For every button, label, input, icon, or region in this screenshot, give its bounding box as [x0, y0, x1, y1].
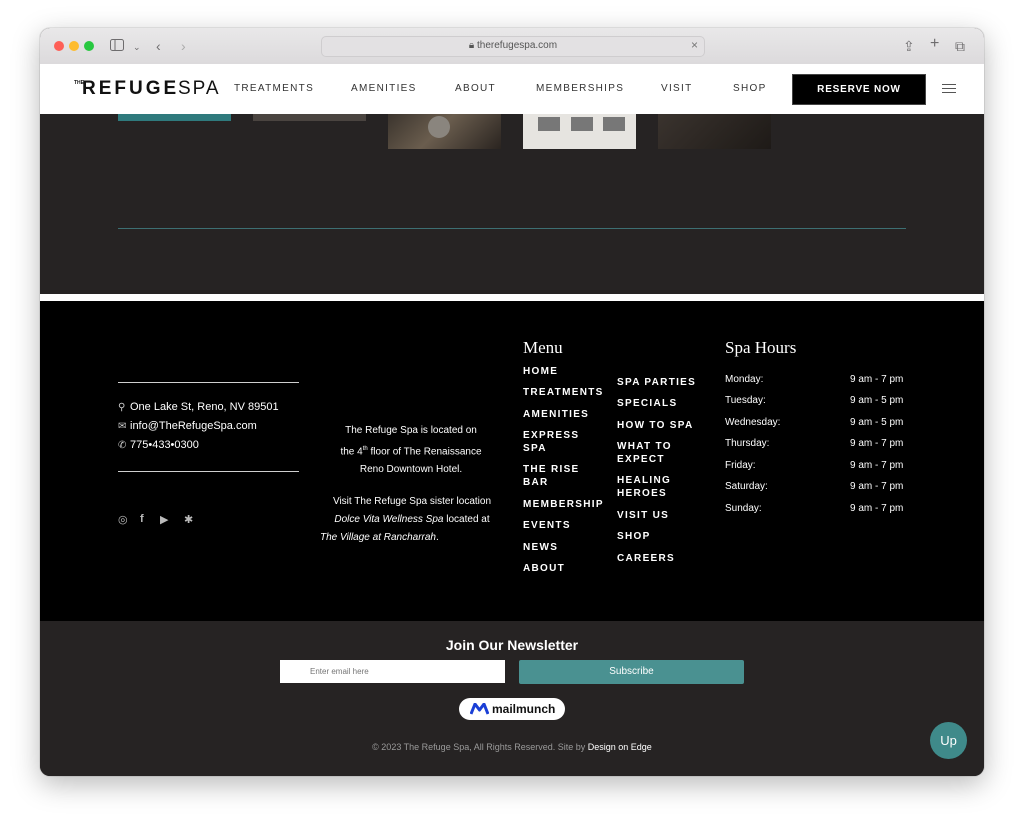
address-bar[interactable]: 🔒︎ therefugespa.com × [321, 36, 705, 57]
menu-link-home[interactable]: HOME [523, 365, 558, 378]
gallery-image[interactable] [658, 114, 771, 149]
hours-time: 9 am - 7 pm [850, 481, 904, 492]
gallery-section [40, 114, 984, 294]
nav-shop[interactable]: SHOP [733, 83, 767, 95]
zoom-window-button[interactable] [84, 41, 94, 51]
subscribe-button[interactable]: Subscribe [519, 660, 744, 684]
menu-heading: Menu [523, 338, 563, 357]
phone-icon: ✆ [118, 440, 127, 451]
minimize-window-button[interactable] [69, 41, 79, 51]
new-tab-icon[interactable]: + [930, 35, 939, 53]
url-text: therefugespa.com [477, 40, 558, 51]
menu-link-events[interactable]: EVENTS [523, 519, 571, 532]
logo-suffix-text: SPA [178, 78, 221, 99]
menu-link-treatments[interactable]: TREATMENTS [523, 386, 604, 399]
forward-icon[interactable]: › [181, 37, 186, 55]
hours-day: Friday: [725, 460, 756, 471]
browser-window: ⌄ ‹ › 🔒︎ therefugespa.com × ⇪ + ⧉ THE RE… [40, 28, 984, 776]
nav-memberships[interactable]: MEMBERSHIPS [536, 83, 624, 95]
hours-heading: Spa Hours [725, 338, 797, 357]
nav-about[interactable]: ABOUT [455, 83, 496, 95]
menu-link-what-to-expect[interactable]: WHAT TO EXPECT [617, 440, 672, 466]
credit-link[interactable]: Design on Edge [588, 742, 652, 752]
menu-link-amenities[interactable]: AMENITIES [523, 408, 589, 421]
logo-main-text: REFUGE [82, 78, 180, 99]
menu-link-how-to-spa[interactable]: HOW TO SPA [617, 419, 694, 432]
email-link[interactable]: ✉ info@TheRefugeSpa.com [118, 419, 257, 434]
hours-day: Tuesday: [725, 395, 766, 406]
close-window-button[interactable] [54, 41, 64, 51]
gallery-image[interactable] [523, 114, 636, 149]
menu-link-shop[interactable]: SHOP [617, 530, 651, 543]
hours-day: Saturday: [725, 481, 768, 492]
location-description: The Refuge Spa is located on the 4th flo… [340, 425, 482, 476]
logo-small-text: THE [74, 80, 84, 86]
hours-time: 9 am - 5 pm [850, 395, 904, 406]
site-footer: ⚲ One Lake St, Reno, NV 89501 ✉ info@TheRe… [40, 301, 984, 621]
hours-day: Wednesday: [725, 417, 781, 428]
envelope-icon: ✉ [118, 421, 127, 432]
newsletter-section: Join Our Newsletter Subscribe mailmunch … [40, 621, 984, 776]
gallery-image[interactable] [253, 114, 366, 121]
nav-treatments[interactable]: TREATMENTS [234, 83, 314, 95]
menu-link-visit-us[interactable]: VISIT US [617, 509, 669, 522]
newsletter-title: Join Our Newsletter [445, 637, 579, 653]
nav-visit[interactable]: VISIT [661, 83, 693, 95]
tab-overview-icon[interactable]: ⧉ [955, 37, 965, 55]
hours-day: Sunday: [725, 503, 762, 514]
hours-time: 9 am - 7 pm [850, 503, 904, 514]
lock-icon: 🔒︎ [468, 40, 475, 51]
phone-link[interactable]: ✆ 775•433•0300 [118, 438, 199, 453]
section-separator [40, 294, 984, 301]
mailmunch-logo-icon [470, 703, 489, 715]
copyright: © 2023 The Refuge Spa, All Rights Reserv… [372, 742, 652, 752]
instagram-icon[interactable]: ◎ [118, 513, 128, 526]
mailmunch-badge[interactable]: mailmunch [459, 698, 565, 720]
map-pin-icon: ⚲ [118, 402, 126, 413]
back-icon[interactable]: ‹ [156, 37, 161, 55]
share-icon[interactable]: ⇪ [903, 37, 915, 55]
browser-toolbar: ⌄ ‹ › 🔒︎ therefugespa.com × ⇪ + ⧉ [40, 28, 984, 65]
address: ⚲ One Lake St, Reno, NV 89501 [118, 401, 279, 413]
chevron-down-icon[interactable]: ⌄ [133, 38, 141, 56]
menu-link-news[interactable]: NEWS [523, 541, 558, 554]
menu-link-healing-heroes[interactable]: HEALING HEROES [617, 474, 671, 500]
menu-link-express-spa[interactable]: EXPRESS SPA [523, 429, 579, 455]
divider [118, 471, 299, 472]
mailmunch-label: mailmunch [492, 702, 556, 716]
nav-amenities[interactable]: AMENITIES [351, 83, 417, 95]
menu-link-spa-parties[interactable]: SPA PARTIES [617, 376, 696, 389]
menu-link-about[interactable]: ABOUT [523, 562, 565, 575]
gallery-image[interactable] [388, 114, 501, 149]
hours-time: 9 am - 5 pm [850, 417, 904, 428]
menu-link-specials[interactable]: SPECIALS [617, 397, 677, 410]
youtube-icon[interactable]: ▶ [160, 513, 168, 526]
divider [118, 382, 299, 383]
reserve-now-button[interactable]: RESERVE NOW [792, 74, 926, 105]
close-icon[interactable]: × [691, 38, 698, 52]
hours-day: Thursday: [725, 438, 770, 449]
scroll-up-button[interactable]: Up [930, 722, 967, 759]
menu-link-rise-bar[interactable]: THE RISE BAR [523, 463, 580, 489]
sister-spa-link[interactable]: Dolce Vita Wellness Spa [334, 514, 443, 525]
hours-day: Monday: [725, 374, 764, 385]
site-header: THE REFUGE SPA TREATMENTS AMENITIES ABOU… [40, 64, 984, 114]
yelp-icon[interactable]: ✱ [184, 513, 193, 526]
facebook-icon[interactable]: f [140, 513, 144, 525]
hamburger-menu-icon[interactable] [942, 84, 956, 94]
hours-time: 9 am - 7 pm [850, 460, 904, 471]
email-input[interactable] [280, 660, 505, 683]
menu-link-careers[interactable]: CAREERS [617, 552, 675, 565]
menu-link-membership[interactable]: MEMBERSHIP [523, 498, 604, 511]
hours-time: 9 am - 7 pm [850, 374, 904, 385]
section-divider [118, 228, 906, 229]
sister-location-text: Visit The Refuge Spa sister location Dol… [320, 496, 492, 543]
hours-time: 9 am - 7 pm [850, 438, 904, 449]
gallery-image[interactable] [118, 114, 231, 121]
sidebar-icon[interactable] [110, 37, 124, 55]
